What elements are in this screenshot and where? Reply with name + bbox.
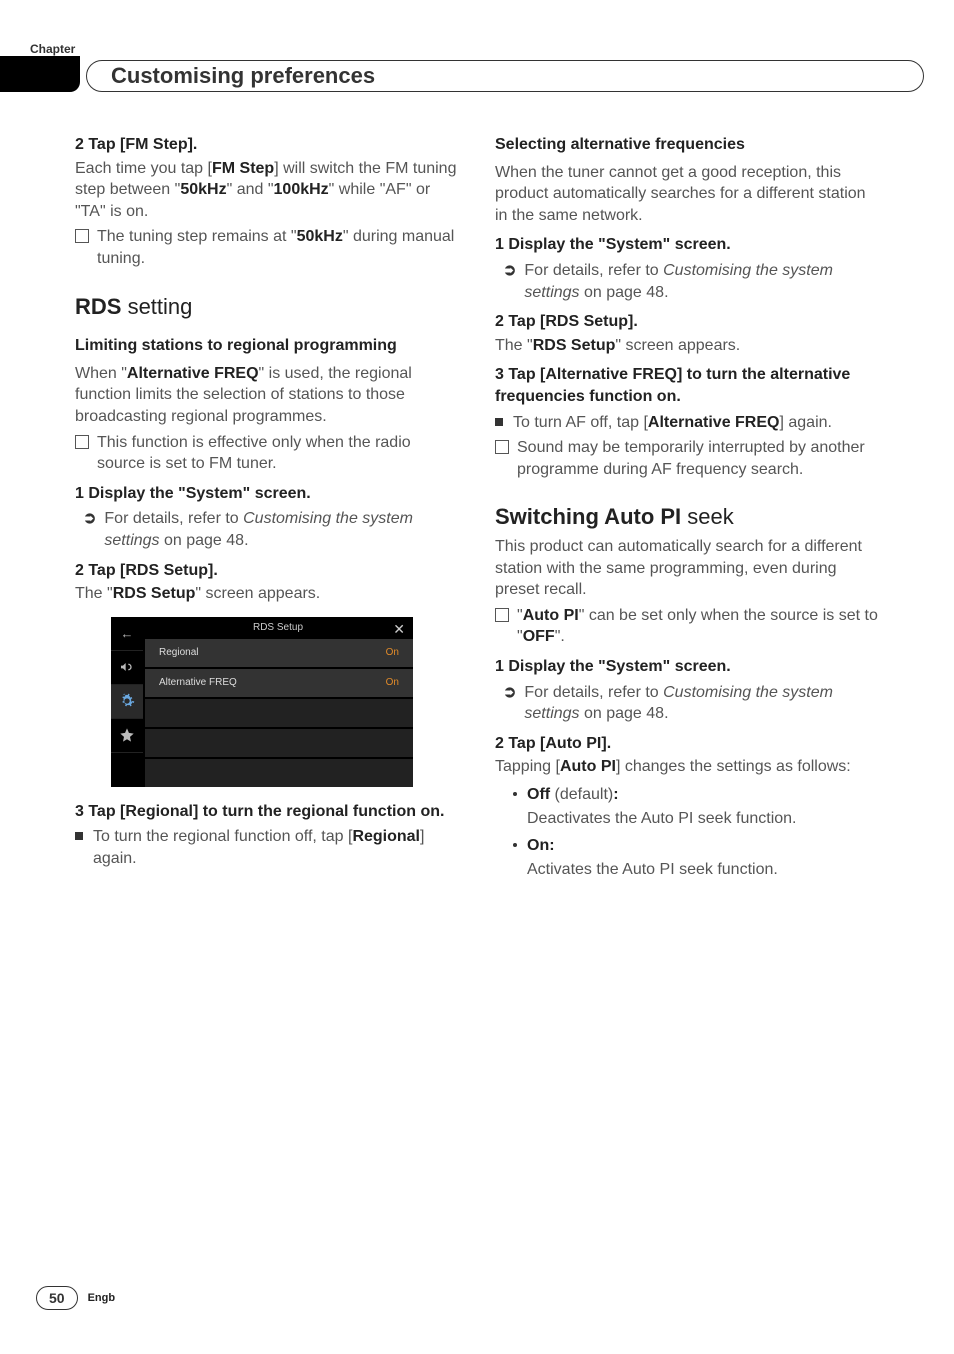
rds-setup-screenshot: ← RDS Setup ✕ Regional On	[111, 617, 413, 787]
star-icon	[119, 727, 135, 743]
ss-row-blank	[145, 729, 413, 757]
autopi-step2: 2 Tap [Auto PI].	[495, 733, 879, 755]
right-step1: 1 Display the "System" screen.	[495, 234, 879, 256]
right-step2: 2 Tap [RDS Setup].	[495, 311, 879, 333]
ss-altfreq-label: Alternative FREQ	[159, 676, 237, 690]
left-step2: 2 Tap [RDS Setup].	[75, 560, 459, 582]
autopi-step1: 1 Display the "System" screen.	[495, 656, 879, 678]
page-title-pill: Customising preferences	[86, 60, 924, 92]
autopi-step2-desc: Tapping [Auto PI] changes the settings a…	[495, 756, 879, 778]
page-title: Customising preferences	[111, 63, 375, 89]
right-af-note: Sound may be temporarily interrupted by …	[495, 437, 879, 480]
bullet-icon	[495, 418, 503, 426]
left-step1-ref: ➲ For details, refer to Customising the …	[75, 508, 459, 551]
ss-row-regional[interactable]: Regional On	[145, 639, 413, 667]
note-icon	[75, 435, 89, 449]
selecting-af-heading: Selecting alternative frequencies	[495, 134, 879, 156]
ss-regional-label: Regional	[159, 646, 198, 660]
note-icon	[495, 608, 509, 622]
right-step1-ref: ➲ For details, refer to Customising the …	[495, 260, 879, 303]
right-step3-bullet: To turn AF off, tap [Alternative FREQ] a…	[495, 412, 879, 434]
selecting-af-desc: When the tuner cannot get a good recepti…	[495, 162, 879, 227]
ss-title: RDS Setup	[253, 621, 303, 635]
autopi-on-desc: Activates the Auto PI seek function.	[495, 859, 879, 881]
ss-back-button[interactable]: ←	[111, 617, 143, 651]
ss-row-blank	[145, 759, 413, 787]
chapter-label: Chapter	[30, 42, 75, 56]
reference-icon: ➲	[503, 682, 516, 725]
ss-regional-value: On	[386, 646, 399, 660]
bullet-icon	[75, 832, 83, 840]
ss-title-bar: RDS Setup ✕	[143, 617, 413, 639]
ss-row-blank	[145, 699, 413, 727]
page-footer: 50 Engb	[36, 1286, 115, 1310]
chapter-tab	[0, 56, 80, 92]
left-step3-bullet: To turn the regional function off, tap […	[75, 826, 459, 869]
ss-altfreq-value: On	[386, 676, 399, 690]
right-column: Selecting alternative frequencies When t…	[495, 126, 879, 882]
limiting-desc: When "Alternative FREQ" is used, the reg…	[75, 363, 459, 428]
ss-close-button[interactable]: ✕	[393, 620, 405, 639]
bullet-icon	[513, 792, 517, 796]
rds-setting-heading: RDS setting	[75, 292, 459, 322]
autopi-step1-ref: ➲ For details, refer to Customising the …	[495, 682, 879, 725]
fm-step-desc: Each time you tap [FM Step] will switch …	[75, 158, 459, 223]
left-step3: 3 Tap [Regional] to turn the regional fu…	[75, 801, 459, 823]
autopi-heading: Switching Auto PI seek	[495, 502, 879, 532]
gear-icon	[119, 693, 135, 709]
autopi-on-item: On:	[495, 835, 879, 857]
page-header: Customising preferences	[0, 56, 924, 96]
reference-icon: ➲	[503, 260, 516, 303]
right-step2-desc: The "RDS Setup" screen appears.	[495, 335, 879, 357]
autopi-off-item: Off (default):	[495, 784, 879, 806]
speaker-icon	[119, 659, 135, 675]
note-icon	[75, 229, 89, 243]
limiting-note: This function is effective only when the…	[75, 432, 459, 475]
limiting-heading: Limiting stations to regional programmin…	[75, 335, 459, 357]
ss-main: RDS Setup ✕ Regional On Alternative FREQ…	[143, 617, 413, 787]
footer-language: Engb	[88, 1292, 116, 1304]
left-step1: 1 Display the "System" screen.	[75, 483, 459, 505]
autopi-note: "Auto PI" can be set only when the sourc…	[495, 605, 879, 648]
ss-row-altfreq[interactable]: Alternative FREQ On	[145, 669, 413, 697]
autopi-desc: This product can automatically search fo…	[495, 536, 879, 601]
fm-step-note: The tuning step remains at "50kHz" durin…	[75, 226, 459, 269]
left-step2-desc: The "RDS Setup" screen appears.	[75, 583, 459, 605]
autopi-off-desc: Deactivates the Auto PI seek function.	[495, 808, 879, 830]
reference-icon: ➲	[83, 508, 96, 551]
fm-step-heading: 2 Tap [FM Step].	[75, 134, 459, 156]
ss-audio-icon[interactable]	[111, 651, 143, 685]
left-column: 2 Tap [FM Step]. Each time you tap [FM S…	[75, 126, 459, 882]
ss-settings-icon[interactable]	[111, 685, 143, 719]
bullet-icon	[513, 843, 517, 847]
ss-sidebar: ←	[111, 617, 143, 787]
right-step3: 3 Tap [Alternative FREQ] to turn the alt…	[495, 364, 879, 407]
ss-fav-icon[interactable]	[111, 719, 143, 753]
note-icon	[495, 440, 509, 454]
page-number: 50	[36, 1286, 78, 1310]
